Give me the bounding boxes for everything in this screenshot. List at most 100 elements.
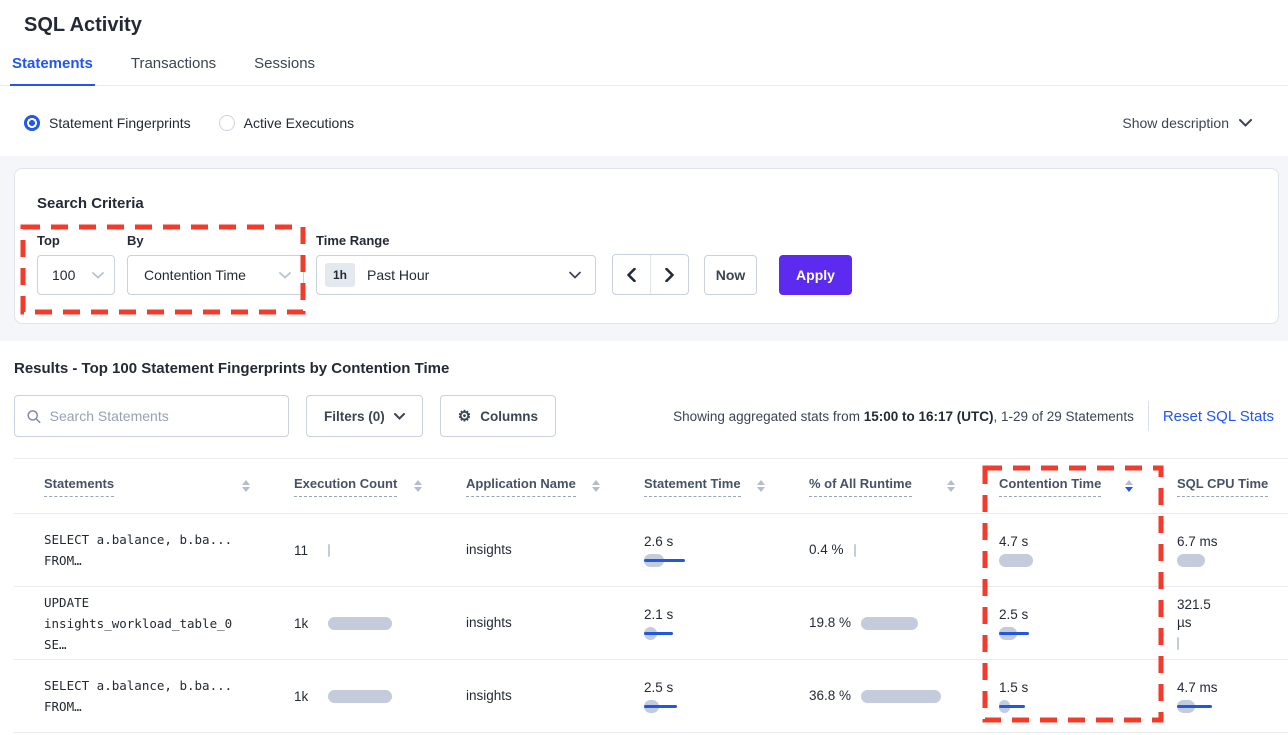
tab-transactions[interactable]: Transactions <box>129 55 218 85</box>
column-header-statement-time[interactable]: Statement Time <box>614 476 779 497</box>
statement-link-line2[interactable]: insights_workload_table_0 SE… <box>44 613 250 655</box>
runtime-percent-bar <box>861 617 918 630</box>
sql-cpu-time-value: 4.7 ms <box>1177 680 1288 695</box>
runtime-percent-bar <box>854 544 856 557</box>
statement-link-line2[interactable]: FROM… <box>44 550 250 571</box>
execution-count-cell: 11 <box>264 543 436 558</box>
time-range-label: Time Range <box>316 233 596 251</box>
search-icon <box>27 409 41 424</box>
table-row: SELECT a.balance, b.ba... FROM… 11 insig… <box>14 514 1288 587</box>
by-field-group: By Contention Time <box>127 233 304 295</box>
search-criteria-band: Search Criteria Top 100 By Contention Ti… <box>0 156 1288 341</box>
chevron-down-icon <box>279 272 291 279</box>
reset-sql-stats-link[interactable]: Reset SQL Stats <box>1163 408 1274 425</box>
tab-statements[interactable]: Statements <box>10 55 95 85</box>
statement-time-bar <box>644 700 765 713</box>
runtime-percent-value: 0.4 % <box>809 541 844 559</box>
statement-cell: SELECT a.balance, b.ba... FROM… <box>14 529 264 571</box>
page-header: SQL Activity <box>0 0 1288 37</box>
contention-time-bar <box>999 627 1133 640</box>
contention-time-value: 1.5 s <box>999 680 1133 695</box>
column-header-contention-time[interactable]: Contention Time <box>969 476 1147 497</box>
statement-link[interactable]: SELECT a.balance, b.ba... <box>44 529 250 550</box>
sql-cpu-time-value: 321.5 µs <box>1177 596 1223 632</box>
column-header-application-name[interactable]: Application Name <box>436 476 614 497</box>
stats-summary-range: 15:00 to 16:17 (UTC) <box>864 409 994 424</box>
chevron-left-icon <box>627 268 636 282</box>
statement-link[interactable]: UPDATE <box>44 592 250 613</box>
time-range-step-buttons <box>612 254 689 295</box>
search-statements-box[interactable] <box>14 395 289 437</box>
statement-time-value: 2.5 s <box>644 680 765 695</box>
runtime-percent-value: 36.8 % <box>809 687 851 705</box>
by-select[interactable]: Contention Time <box>127 255 304 295</box>
table-row: SELECT a.balance, b.ba... FROM… 1k insig… <box>14 660 1288 733</box>
tab-sessions[interactable]: Sessions <box>252 55 317 85</box>
columns-label: Columns <box>480 409 538 424</box>
sql-cpu-time-bar <box>1177 700 1288 713</box>
execution-count-value: 1k <box>294 689 328 704</box>
top-select-value: 100 <box>52 267 92 283</box>
radio-statement-fingerprints[interactable]: Statement Fingerprints <box>24 115 191 131</box>
next-interval-button[interactable] <box>651 255 688 294</box>
by-label: By <box>127 233 304 251</box>
sql-cpu-time-bar <box>1177 554 1288 567</box>
runtime-percent-cell: 36.8 % <box>779 687 969 705</box>
statement-time-value: 2.1 s <box>644 607 765 622</box>
show-description-toggle[interactable]: Show description <box>1122 115 1252 131</box>
application-name-value: insights <box>466 615 512 630</box>
radio-label: Active Executions <box>244 115 355 131</box>
contention-time-value: 4.7 s <box>999 534 1133 549</box>
toolbar-divider <box>1148 401 1149 431</box>
statement-time-bar <box>644 627 765 640</box>
column-header-percent-of-all-runtime[interactable]: % of All Runtime <box>779 476 969 497</box>
time-range-value: Past Hour <box>367 267 569 283</box>
radio-selected-icon <box>24 115 40 131</box>
filters-label: Filters (0) <box>324 409 385 424</box>
radio-label: Statement Fingerprints <box>49 115 191 131</box>
table-header-row: Statements Execution Count Application N… <box>14 458 1288 514</box>
sql-cpu-time-cell: 321.5 µs <box>1147 596 1288 650</box>
previous-interval-button[interactable] <box>613 255 651 294</box>
contention-time-bar <box>999 700 1133 713</box>
top-label: Top <box>37 233 115 251</box>
by-select-value: Contention Time <box>144 267 279 283</box>
application-name-cell: insights <box>436 614 614 632</box>
search-criteria-heading: Search Criteria <box>37 195 1256 215</box>
column-header-execution-count[interactable]: Execution Count <box>264 476 436 497</box>
apply-button[interactable]: Apply <box>779 255 852 295</box>
tab-bar: Statements Transactions Sessions <box>0 55 1288 86</box>
statement-time-cell: 2.5 s <box>614 680 779 713</box>
execution-count-cell: 1k <box>264 616 436 631</box>
statement-time-value: 2.6 s <box>644 534 765 549</box>
columns-button[interactable]: ⚙ Columns <box>440 395 556 437</box>
show-description-label: Show description <box>1122 115 1229 131</box>
filters-button[interactable]: Filters (0) <box>306 395 423 437</box>
runtime-percent-cell: 0.4 % <box>779 541 969 559</box>
results-heading: Results - Top 100 Statement Fingerprints… <box>14 360 1288 377</box>
search-statements-input[interactable] <box>50 408 278 424</box>
now-button[interactable]: Now <box>704 255 757 295</box>
column-header-statements[interactable]: Statements <box>14 476 264 497</box>
application-name-value: insights <box>466 542 512 557</box>
execution-count-bar <box>328 617 392 630</box>
radio-active-executions[interactable]: Active Executions <box>219 115 355 131</box>
statement-link-line2[interactable]: FROM… <box>44 696 250 717</box>
contention-time-value: 2.5 s <box>999 607 1133 622</box>
top-select[interactable]: 100 <box>37 255 115 295</box>
application-name-value: insights <box>466 688 512 703</box>
sort-icon <box>414 480 422 492</box>
statements-table: Statements Execution Count Application N… <box>14 458 1288 733</box>
column-header-sql-cpu-time[interactable]: SQL CPU Time <box>1147 476 1288 497</box>
execution-count-cell: 1k <box>264 689 436 704</box>
top-field-group: Top 100 <box>37 233 115 295</box>
application-name-cell: insights <box>436 541 614 559</box>
statement-link[interactable]: SELECT a.balance, b.ba... <box>44 675 250 696</box>
chevron-right-icon <box>665 268 674 282</box>
time-range-badge: 1h <box>325 263 355 287</box>
sql-cpu-time-value: 6.7 ms <box>1177 534 1288 549</box>
chevron-down-icon <box>569 271 581 279</box>
sql-cpu-time-cell: 6.7 ms <box>1147 534 1288 567</box>
time-range-select[interactable]: 1h Past Hour <box>316 255 596 295</box>
radio-unselected-icon <box>219 115 235 131</box>
